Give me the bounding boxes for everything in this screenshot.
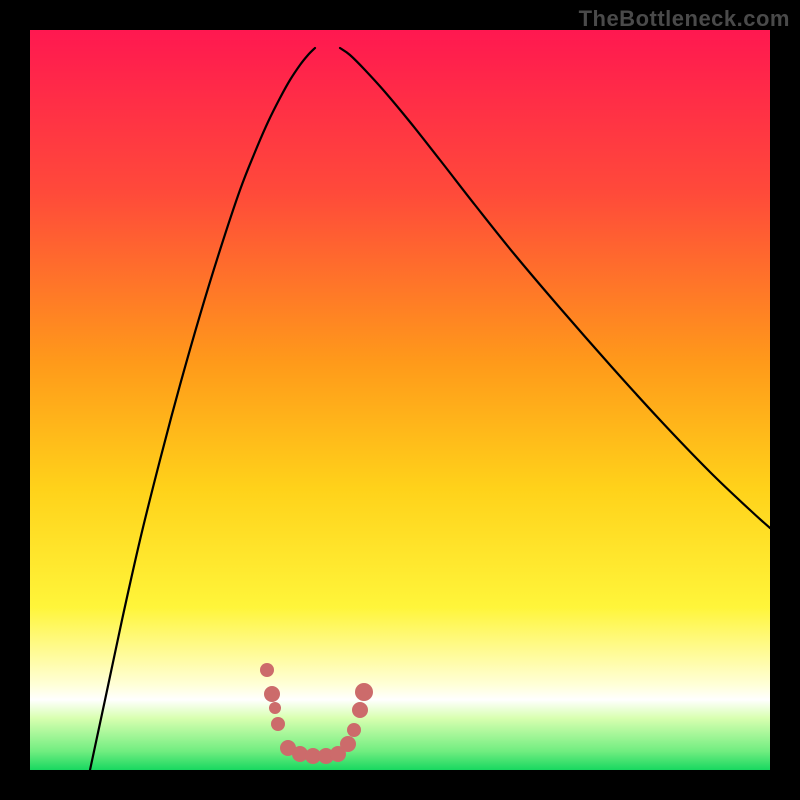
scatter-point xyxy=(264,686,280,702)
scatter-point xyxy=(355,683,373,701)
chart-svg xyxy=(30,30,770,770)
scatter-point xyxy=(340,736,356,752)
scatter-point xyxy=(260,663,274,677)
scatter-point xyxy=(269,702,281,714)
gradient-background xyxy=(30,30,770,770)
scatter-point xyxy=(347,723,361,737)
scatter-point xyxy=(352,702,368,718)
scatter-point xyxy=(271,717,285,731)
watermark-label: TheBottleneck.com xyxy=(579,6,790,32)
chart-frame: TheBottleneck.com xyxy=(0,0,800,800)
plot-area xyxy=(30,30,770,770)
